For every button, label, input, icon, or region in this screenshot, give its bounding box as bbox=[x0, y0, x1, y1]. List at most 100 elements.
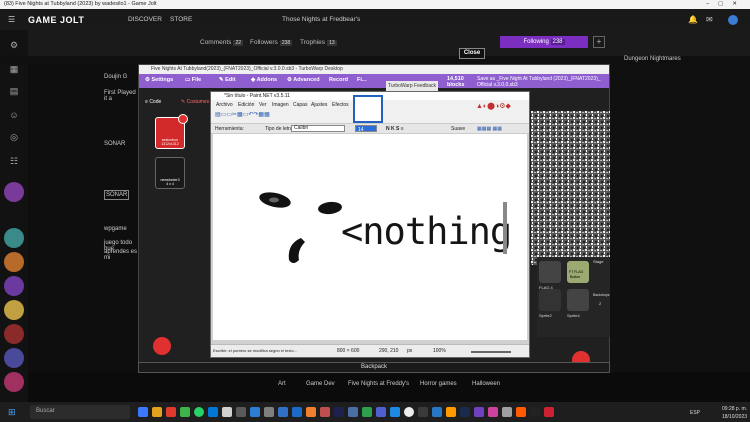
windows-start-icon[interactable]: ⊞ bbox=[8, 407, 16, 418]
community-avatar[interactable] bbox=[4, 324, 24, 344]
chat-icon[interactable]: ✉ bbox=[706, 15, 713, 24]
community-avatar[interactable] bbox=[4, 276, 24, 296]
folder-icon[interactable] bbox=[152, 407, 162, 417]
app-icon[interactable] bbox=[418, 407, 428, 417]
image-canvas[interactable]: <nothing bbox=[213, 134, 527, 340]
tag-fnaf[interactable]: Five Nights at Freddy's bbox=[348, 381, 409, 387]
render-mode[interactable]: Suave bbox=[451, 126, 465, 132]
sprite-thumb[interactable]: Sprite4 bbox=[567, 289, 589, 318]
format-buttons[interactable]: N K S ≡ bbox=[386, 126, 404, 132]
app-icon[interactable] bbox=[376, 407, 386, 417]
paintnet-taskbar-icon[interactable] bbox=[348, 407, 358, 417]
stage-preview[interactable] bbox=[531, 111, 610, 265]
nav-store[interactable]: STORE bbox=[170, 16, 192, 23]
steam-icon[interactable] bbox=[460, 407, 470, 417]
menu-edit[interactable]: ✎ Edit bbox=[219, 77, 236, 83]
stat-trophies[interactable]: Trophies 13 bbox=[300, 39, 337, 46]
app-icon[interactable] bbox=[488, 407, 498, 417]
sprite-tile[interactable]: newsfooter3 4 x 4 bbox=[155, 157, 185, 189]
app-icon[interactable] bbox=[250, 407, 260, 417]
app-icon[interactable] bbox=[320, 407, 330, 417]
app-icon[interactable] bbox=[446, 407, 456, 417]
sprite-thumb[interactable]: Sprite2 bbox=[539, 289, 561, 318]
app-icon[interactable] bbox=[166, 407, 176, 417]
unit-select[interactable]: px bbox=[407, 348, 412, 354]
delete-icon[interactable] bbox=[178, 114, 188, 124]
bell-icon[interactable]: 🔔 bbox=[688, 15, 698, 24]
following-button[interactable]: Following 238 bbox=[500, 36, 588, 48]
tag-horror[interactable]: Horror games bbox=[420, 381, 457, 387]
menu-addons[interactable]: ◆ Addons bbox=[251, 77, 277, 83]
feedback-button[interactable]: TurboWarp Feedback bbox=[386, 81, 438, 91]
zoom-level[interactable]: 100% bbox=[433, 348, 446, 354]
clock-time[interactable]: 09:28 p. m. bbox=[722, 406, 747, 412]
community-avatar[interactable] bbox=[4, 228, 24, 248]
stat-comments[interactable]: Comments 22 bbox=[200, 39, 243, 46]
font-select[interactable]: Calibri bbox=[291, 125, 345, 132]
community-avatar[interactable] bbox=[4, 372, 24, 392]
font-size-select[interactable]: 14 bbox=[355, 125, 377, 133]
side-heading[interactable]: Dungeon Nightmares bbox=[624, 56, 681, 62]
save-as-text[interactable]: Save as _Five Night At Tubbyland (2023)_… bbox=[477, 76, 607, 88]
menu-ajustes[interactable]: Ajustes bbox=[311, 102, 327, 108]
app-icon[interactable] bbox=[180, 407, 190, 417]
app-icon[interactable] bbox=[138, 407, 148, 417]
menu-advanced[interactable]: ⚙ Advanced bbox=[287, 77, 320, 83]
window-controls[interactable]: –▢✕ bbox=[706, 0, 746, 9]
app-icon[interactable] bbox=[278, 407, 288, 417]
menu-archivo[interactable]: Archivo bbox=[216, 102, 233, 108]
store-icon[interactable]: ▦ bbox=[7, 64, 21, 74]
image-thumbnail[interactable] bbox=[353, 95, 383, 123]
app-icon[interactable] bbox=[292, 407, 302, 417]
chrome-icon[interactable] bbox=[404, 407, 414, 417]
zoom-slider[interactable] bbox=[471, 351, 511, 353]
sprite-tile[interactable]: sesionfour 1312x1312 bbox=[155, 114, 188, 149]
user-name[interactable]: SONAR bbox=[104, 141, 125, 147]
clock-date[interactable]: 18/10/2023 bbox=[722, 414, 747, 420]
add-sprite-button[interactable] bbox=[153, 337, 171, 355]
app-icon[interactable] bbox=[530, 407, 540, 417]
sprite-thumb[interactable]: FT FLAG Button bbox=[567, 261, 589, 283]
file-icons[interactable]: ▤▭▭✂▦▭↶↷▦▦ bbox=[215, 111, 270, 118]
menu-fi[interactable]: Fi... bbox=[357, 77, 366, 83]
menu-capas[interactable]: Capas bbox=[293, 102, 307, 108]
stat-followers[interactable]: Followers 238 bbox=[250, 39, 293, 46]
backpack-bar[interactable]: Backpack bbox=[138, 362, 610, 373]
tag-art[interactable]: Art bbox=[278, 381, 286, 387]
app-icon[interactable] bbox=[208, 407, 218, 417]
community-avatar[interactable] bbox=[4, 182, 24, 202]
menu-icon[interactable]: ☰ bbox=[8, 15, 15, 24]
user-name[interactable]: Doujin G bbox=[104, 74, 127, 80]
menu-edicion[interactable]: Edición bbox=[238, 102, 254, 108]
menu-efectos[interactable]: Efectos bbox=[332, 102, 349, 108]
community-avatar[interactable] bbox=[4, 300, 24, 320]
app-icon[interactable] bbox=[516, 407, 526, 417]
palette-icons[interactable]: ▲◐⬤◑⚙◆ bbox=[476, 102, 511, 110]
tag-game-dev[interactable]: Game Dev bbox=[306, 381, 335, 387]
app-icon[interactable] bbox=[306, 407, 316, 417]
app-icon[interactable] bbox=[502, 407, 512, 417]
add-button[interactable]: + bbox=[593, 36, 605, 48]
grid-icon[interactable]: ▤ bbox=[7, 86, 21, 96]
community-avatar[interactable] bbox=[4, 252, 24, 272]
tab-code[interactable]: ≡ Code bbox=[145, 99, 161, 105]
menu-imagen[interactable]: Imagen bbox=[272, 102, 289, 108]
gear-icon[interactable]: ⚙ bbox=[7, 40, 21, 50]
app-icon[interactable] bbox=[236, 407, 246, 417]
close-button[interactable]: Close bbox=[459, 48, 485, 59]
app-icon[interactable] bbox=[362, 407, 372, 417]
tab-costumes[interactable]: ✎ Costumes bbox=[181, 99, 209, 105]
app-icon[interactable] bbox=[474, 407, 484, 417]
language-indicator[interactable]: ESP bbox=[690, 410, 700, 416]
whatsapp-icon[interactable] bbox=[194, 407, 204, 417]
gamejolt-logo[interactable]: GAME JOLT bbox=[28, 15, 84, 25]
user-name[interactable]: wpgame bbox=[104, 226, 127, 232]
nav-discover[interactable]: DISCOVER bbox=[128, 16, 162, 23]
app-icon[interactable] bbox=[390, 407, 400, 417]
discord-icon[interactable]: ◎ bbox=[7, 132, 21, 142]
app-icon[interactable] bbox=[432, 407, 442, 417]
taskbar-search[interactable]: Buscar bbox=[30, 405, 130, 419]
sprite-thumb[interactable]: FLAG 4 bbox=[539, 261, 561, 290]
community-avatar[interactable] bbox=[4, 348, 24, 368]
menu-file[interactable]: ▭ File bbox=[185, 77, 201, 83]
